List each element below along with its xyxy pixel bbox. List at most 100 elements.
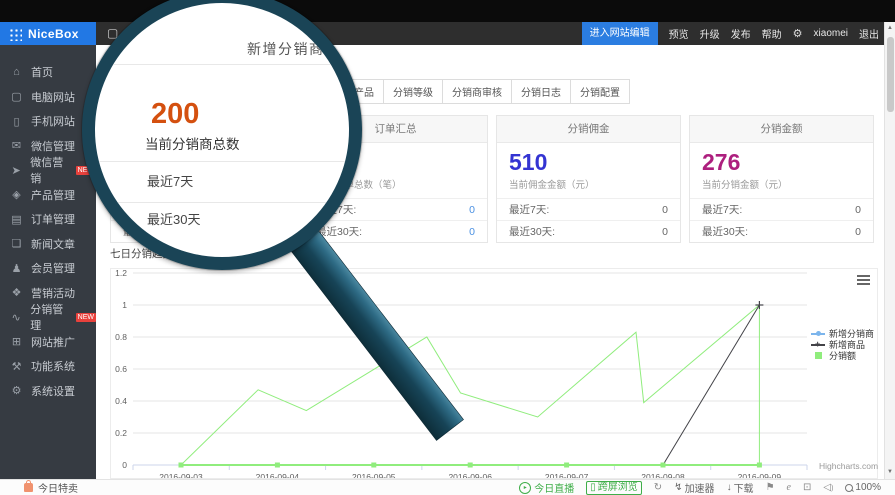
window-icon[interactable]: ⊡ (803, 482, 811, 493)
sidebar-item-product[interactable]: ◈产品管理 (0, 183, 96, 208)
tag-icon: ❖ (10, 286, 23, 299)
card-caption: 当前佣金金额（元） (509, 177, 595, 191)
lightning-icon: ↯ (674, 482, 682, 493)
logout-button[interactable]: 退出 (859, 26, 879, 41)
home-icon: ⌂ (10, 66, 23, 78)
lens-card-title: 新增分销商 (247, 39, 325, 59)
navbar-right: 进入网站编辑 预览 升级 发布 帮助 ⚙ xiaomei 退出 (582, 22, 879, 45)
person-icon: ♟ (10, 262, 23, 275)
sidebar-item-distribution[interactable]: ∿分销管理NEW (0, 305, 96, 330)
svg-text:0: 0 (122, 460, 127, 470)
card-row: 最近7天:0 (690, 198, 873, 220)
sidebar-item-label: 功能系统 (31, 358, 75, 374)
card-title: 分销金额 (690, 116, 873, 143)
magnifier-lens: 新增分销商 200 当前分销商总数 最近7天 最近30天 (82, 0, 362, 270)
svg-text:2016-09-09: 2016-09-09 (738, 472, 782, 478)
mobile-icon: ▯ (10, 115, 23, 128)
wechat-icon: ✉ (10, 139, 23, 152)
publish-button[interactable]: 发布 (731, 26, 751, 41)
document-icon: ❏ (10, 237, 23, 250)
trend-icon: ∿ (10, 311, 22, 324)
product-icon: ◈ (10, 188, 23, 201)
tab-3[interactable]: 分销日志 (511, 79, 571, 104)
flag-icon[interactable]: ⚑ (766, 482, 775, 493)
sidebar-item-label: 营销活动 (31, 285, 75, 301)
svg-text:2016-09-03: 2016-09-03 (159, 472, 203, 478)
sidebar-item-label: 手机网站 (31, 113, 75, 129)
svg-text:0.6: 0.6 (115, 364, 127, 374)
sidebar: ⌂首页▢电脑网站 ▯ 手机网站 ✉ 微信管理 ➤微信营销NEW◈产品管理▤订单管理 ❏ 新闻文… (0, 45, 96, 479)
svg-text:0.4: 0.4 (115, 396, 127, 406)
tab-bar: 分销产品分销等级分销商审核分销日志分销配置 (325, 79, 630, 104)
preview-button[interactable]: 预览 (669, 26, 689, 41)
logo-block[interactable]: NiceBox (0, 22, 96, 45)
username[interactable]: xiaomei (814, 28, 848, 39)
svg-text:0.2: 0.2 (115, 428, 127, 438)
download-button[interactable]: ↓下载 (727, 480, 754, 495)
svg-text:2016-09-07: 2016-09-07 (545, 472, 589, 478)
chart-legend: 新增分销商 新增商品 分销额 (811, 328, 874, 361)
upgrade-button[interactable]: 升级 (700, 26, 720, 41)
tab-4[interactable]: 分销配置 (570, 79, 630, 104)
settings-gear-icon[interactable]: ⚙ (793, 27, 803, 40)
scroll-down-icon[interactable]: ▼ (885, 466, 895, 479)
chart-export-menu-icon[interactable] (857, 275, 870, 287)
card-caption: 当前分销金额（元） (702, 177, 788, 191)
legend-item-distribution-amount[interactable]: 分销额 (811, 350, 874, 361)
card-row: 最近30天:0 (304, 220, 487, 242)
sidebar-item-function[interactable]: ⚒ 功能系统 (0, 354, 96, 379)
refresh-icon[interactable]: ↻ (654, 482, 662, 493)
svg-text:2016-09-04: 2016-09-04 (256, 472, 300, 478)
tab-2[interactable]: 分销商审核 (442, 79, 512, 104)
chart-canvas: 00.20.40.60.811.22016-09-032016-09-04201… (111, 269, 877, 478)
app-logo: NiceBox (28, 27, 79, 41)
green-square-marker-icon (815, 352, 822, 359)
svg-text:1.2: 1.2 (115, 269, 127, 278)
status-bar: 今日特卖 ▸今日直播 ▯跨屏浏览 ↻ ↯加速器 ↓下载 ⚑ e ⊡ ◁) 100… (0, 479, 895, 495)
card-value: 276 (702, 149, 740, 176)
sidebar-item-news[interactable]: ❏ 新闻文章 (0, 232, 96, 257)
sidebar-item-settings[interactable]: ⚙系统设置 (0, 379, 96, 404)
scroll-up-icon[interactable]: ▲ (885, 22, 895, 35)
browser-icon[interactable]: e (787, 482, 791, 493)
svg-text:0.8: 0.8 (115, 332, 127, 342)
today-sale-button[interactable]: 今日特卖 (24, 480, 78, 495)
trend-chart: 00.20.40.60.811.22016-09-032016-09-04201… (110, 268, 878, 479)
sidebar-item-promotion[interactable]: ⊞ 网站推广 (0, 330, 96, 355)
play-icon: ▸ (519, 482, 531, 494)
help-button[interactable]: 帮助 (762, 26, 782, 41)
dark-cross-marker-icon (811, 344, 825, 346)
lens-distributor-count: 200 (151, 98, 199, 131)
sidebar-item-wechat-marketing[interactable]: ➤微信营销NEW (0, 158, 96, 183)
accelerator-button[interactable]: ↯加速器 (674, 480, 714, 495)
desktop-icon: ▢ (10, 90, 23, 103)
lens-row-7days: 最近7天 (147, 171, 193, 190)
bars-icon: ⊞ (10, 335, 23, 348)
phone-icon: ▯ (590, 482, 596, 494)
speaker-icon[interactable]: ◁) (823, 482, 833, 493)
enter-site-editor-button[interactable]: 进入网站编辑 (582, 22, 658, 45)
sidebar-item-label: 网站推广 (31, 334, 75, 350)
highcharts-credit[interactable]: Highcharts.com (819, 461, 878, 471)
magnifier-zoom-icon (845, 484, 853, 492)
cross-screen-button[interactable]: ▯跨屏浏览 (586, 481, 642, 495)
sidebar-item-label: 微信营销 (30, 154, 71, 186)
card-row: 最近30天:0 (497, 220, 680, 242)
lens-caption: 当前分销商总数 (145, 133, 240, 153)
sidebar-item-member[interactable]: ♟会员管理 (0, 256, 96, 281)
sidebar-item-label: 微信管理 (31, 138, 75, 154)
sidebar-item-pc-site[interactable]: ▢电脑网站 (0, 85, 96, 110)
today-live-button[interactable]: ▸今日直播 (519, 480, 574, 495)
card-distribution-commission: 分销佣金 510 当前佣金金额（元） 最近7天:0 最近30天:0 (496, 115, 681, 243)
zoom-control[interactable]: 100% (845, 482, 881, 493)
vertical-scrollbar[interactable]: ▲ ▼ (884, 22, 895, 479)
tools-icon: ⚒ (10, 360, 23, 373)
tab-1[interactable]: 分销等级 (383, 79, 443, 104)
scrollbar-thumb[interactable] (887, 37, 894, 112)
download-icon: ↓ (727, 482, 732, 493)
sidebar-item-label: 新闻文章 (31, 236, 75, 252)
window-top-strip (0, 0, 895, 22)
sidebar-item-home[interactable]: ⌂首页 (0, 60, 96, 85)
sidebar-item-order[interactable]: ▤订单管理 (0, 207, 96, 232)
sidebar-item-label: 系统设置 (31, 383, 75, 399)
